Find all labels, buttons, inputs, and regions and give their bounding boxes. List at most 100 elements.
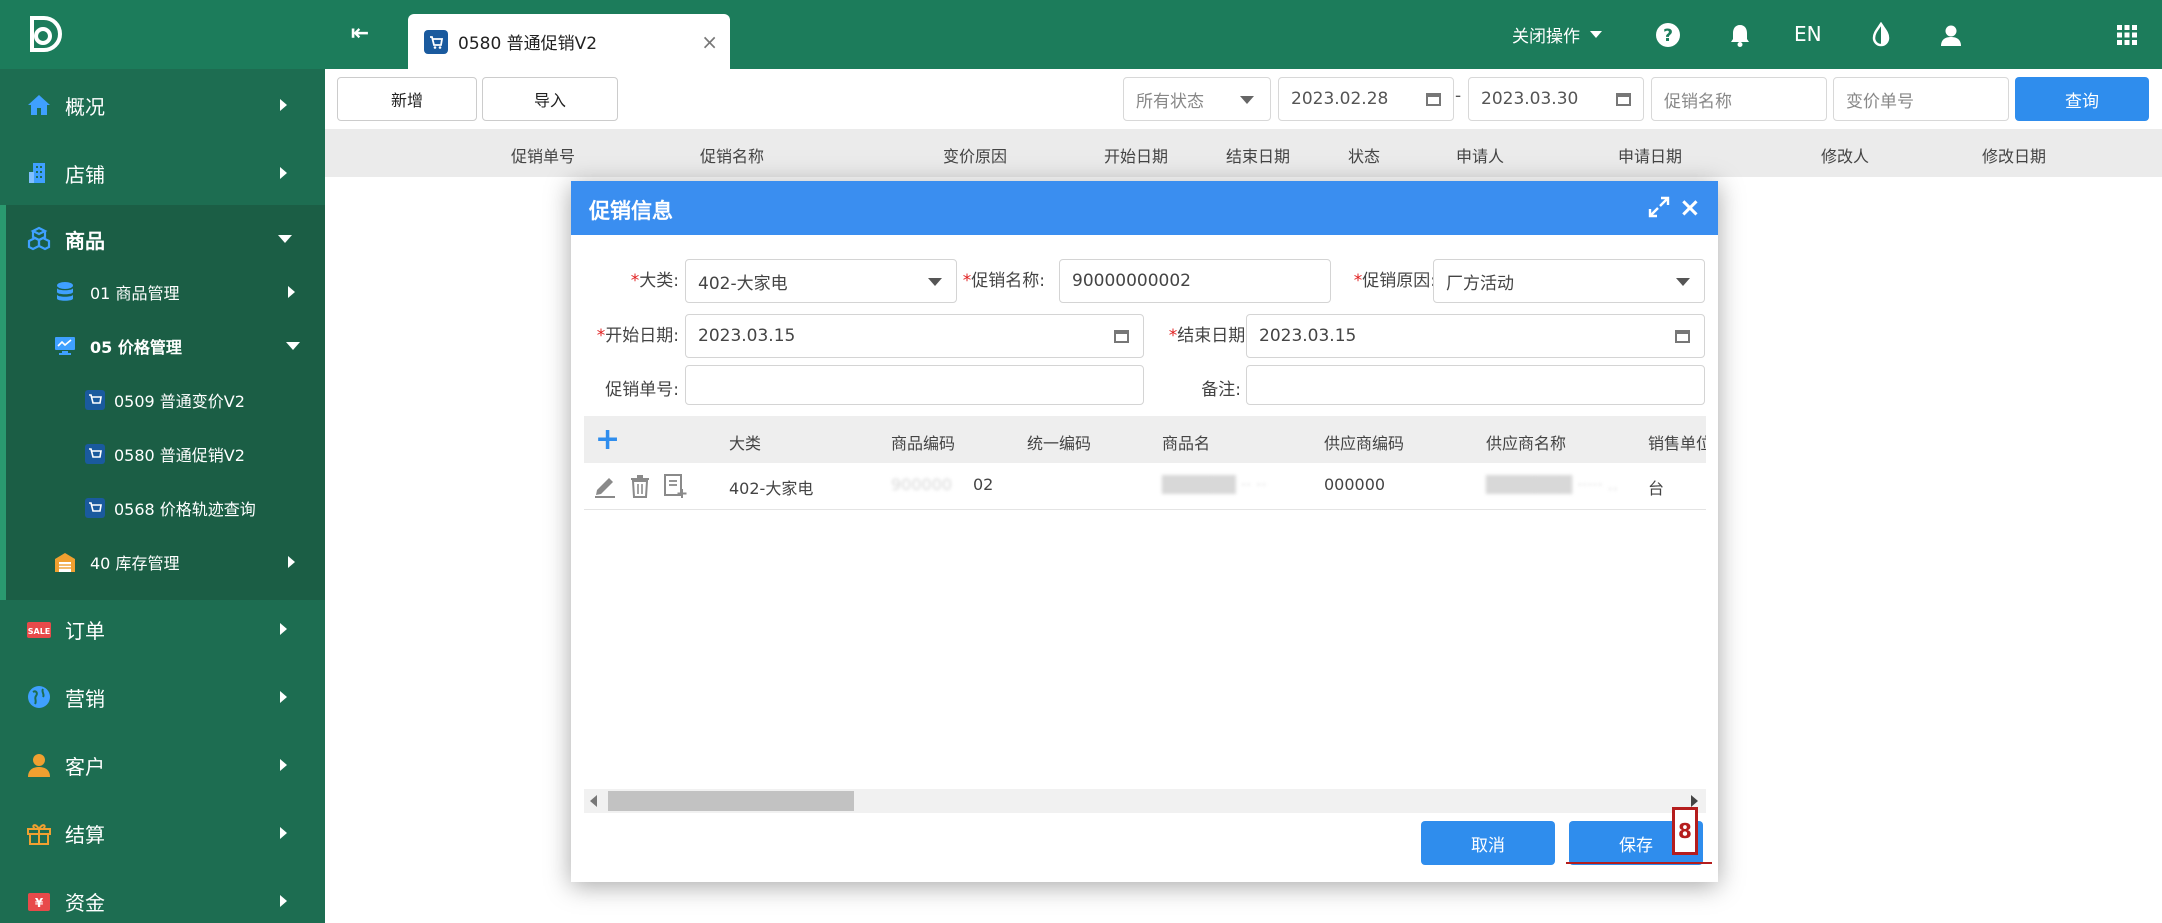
- globe-icon: [28, 686, 50, 708]
- close-icon[interactable]: ×: [1679, 193, 1701, 223]
- chevron-right-icon: [280, 895, 287, 907]
- chevron-down-icon: [1590, 31, 1602, 38]
- promo-name-search-input[interactable]: 促销名称: [1651, 77, 1827, 121]
- maximize-icon[interactable]: [1647, 195, 1671, 219]
- sidebar-item-settlement[interactable]: 结算: [0, 799, 325, 867]
- change-no-search-input[interactable]: 变价单号: [1833, 77, 2009, 121]
- start-date-label: *开始日期:: [596, 326, 679, 346]
- sidebar-item-overview[interactable]: 概况: [0, 71, 325, 139]
- horizontal-scrollbar[interactable]: [584, 789, 1706, 813]
- column-header[interactable]: 结束日期: [1226, 143, 1290, 167]
- sidebar-item-stores[interactable]: 店铺: [0, 139, 325, 207]
- import-button[interactable]: 导入: [482, 77, 618, 121]
- database-icon: [57, 282, 73, 301]
- column-header[interactable]: 修改人: [1821, 143, 1869, 167]
- delete-icon[interactable]: [627, 473, 653, 499]
- grid-column-header[interactable]: 销售单位: [1648, 430, 1706, 454]
- sidebar-item-orders[interactable]: SALE 订单: [0, 595, 325, 663]
- sidebar-item-goods-management[interactable]: 01 商品管理: [6, 265, 325, 319]
- start-date-value: 2023.03.15: [698, 326, 796, 346]
- column-header[interactable]: 状态: [1348, 143, 1380, 167]
- remark-label: 备注:: [1201, 380, 1241, 400]
- help-icon[interactable]: ?: [1655, 22, 1681, 48]
- chevron-down-icon: [1240, 96, 1254, 104]
- grid-column-header[interactable]: 供应商名称: [1486, 430, 1566, 454]
- promo-name-placeholder: 促销名称: [1664, 91, 1732, 112]
- chevron-right-icon: [288, 286, 295, 298]
- promo-reason-select[interactable]: 厂方活动: [1433, 259, 1705, 303]
- language-toggle[interactable]: EN: [1794, 22, 1822, 46]
- column-header[interactable]: 申请人: [1456, 143, 1504, 167]
- column-header[interactable]: 促销名称: [700, 143, 764, 167]
- items-grid-header: + 大类 商品编码 统一编码 商品名 供应商编码 供应商名称 销售单位: [584, 416, 1706, 463]
- detail-add-icon[interactable]: [662, 473, 688, 499]
- apps-grid-icon[interactable]: [2114, 22, 2140, 48]
- sidebar-item-label: 概况: [65, 94, 105, 119]
- change-no-placeholder: 变价单号: [1846, 91, 1914, 112]
- cancel-button[interactable]: 取消: [1421, 821, 1555, 865]
- sidebar-item-label: 订单: [65, 618, 105, 643]
- column-header[interactable]: 变价原因: [943, 143, 1007, 167]
- dialog-header: 促销信息 ×: [571, 181, 1718, 235]
- bell-icon[interactable]: [1727, 22, 1753, 48]
- category-select[interactable]: 402-大家电: [685, 259, 957, 303]
- promo-no-label: 促销单号:: [605, 380, 679, 400]
- scrollbar-thumb[interactable]: [608, 791, 854, 811]
- sidebar-item-label: 0580 普通促销V2: [114, 446, 245, 465]
- category-label: *大类:: [630, 271, 679, 291]
- sidebar-item-funds[interactable]: ¥ 资金: [0, 867, 325, 923]
- column-header[interactable]: 开始日期: [1104, 143, 1168, 167]
- grid-column-header[interactable]: 商品名: [1162, 430, 1210, 454]
- end-date-input[interactable]: 2023.03.15: [1246, 314, 1705, 358]
- promo-name-input[interactable]: 90000000002: [1059, 259, 1331, 303]
- sidebar-item-goods[interactable]: 商品: [0, 205, 325, 273]
- collapse-sidebar-button[interactable]: ⇤: [344, 18, 376, 50]
- date-to-input[interactable]: 2023.03.30: [1468, 77, 1644, 121]
- column-header[interactable]: 修改日期: [1982, 143, 2046, 167]
- sidebar-item-normal-promotion[interactable]: 0580 普通促销V2: [6, 427, 325, 481]
- promo-no-input[interactable]: [685, 365, 1144, 405]
- close-operations-menu[interactable]: 关闭操作: [1512, 0, 1602, 69]
- scroll-left-icon[interactable]: [590, 795, 597, 807]
- status-select[interactable]: 所有状态: [1123, 77, 1271, 121]
- cell-item-code-tail: 02: [973, 475, 994, 494]
- chevron-down-icon: [278, 235, 292, 243]
- sidebar-item-label: 结算: [65, 822, 105, 847]
- sale-tag-icon: SALE: [27, 622, 51, 638]
- svg-text:SALE: SALE: [28, 627, 51, 636]
- start-date-input[interactable]: 2023.03.15: [685, 314, 1144, 358]
- chevron-right-icon: [280, 167, 287, 179]
- scroll-right-icon[interactable]: [1691, 795, 1698, 807]
- calendar-icon: [1426, 93, 1441, 106]
- grid-column-header[interactable]: 统一编码: [1027, 430, 1091, 454]
- theme-icon[interactable]: [1868, 22, 1894, 48]
- tab-close-icon[interactable]: ×: [701, 30, 718, 54]
- grid-column-header[interactable]: 商品编码: [891, 430, 955, 454]
- sidebar-item-label: 05 价格管理: [90, 338, 182, 357]
- user-icon[interactable]: [1938, 22, 1964, 48]
- edit-icon[interactable]: [592, 473, 618, 499]
- promotion-info-dialog: 促销信息 × *大类: 402-大家电 *促销名称: 90000000002 *…: [571, 181, 1718, 882]
- sidebar-item-normal-price-change[interactable]: 0509 普通变价V2: [6, 373, 325, 427]
- remark-input[interactable]: [1246, 365, 1705, 405]
- status-select-value: 所有状态: [1136, 91, 1204, 112]
- column-header[interactable]: 促销单号: [511, 143, 575, 167]
- tab-promotion[interactable]: 0580 普通促销V2 ×: [408, 14, 730, 69]
- table-row[interactable]: 402-大家电 900000 02 ██████ ·· ·· 000000 ██…: [584, 463, 1706, 510]
- sidebar-item-price-trace[interactable]: 0568 价格轨迹查询: [6, 481, 325, 535]
- sidebar-item-customers[interactable]: 客户: [0, 731, 325, 799]
- query-button[interactable]: 查询: [2015, 77, 2149, 121]
- chevron-down-icon: [1676, 278, 1690, 286]
- column-header[interactable]: 申请日期: [1618, 143, 1682, 167]
- date-from-input[interactable]: 2023.02.28: [1278, 77, 1454, 121]
- sidebar-item-price-management[interactable]: 05 价格管理: [6, 319, 325, 373]
- sidebar-item-label: 40 库存管理: [90, 554, 180, 573]
- sidebar-item-label: 01 商品管理: [90, 284, 180, 303]
- sidebar-item-inventory-management[interactable]: 40 库存管理: [6, 535, 325, 589]
- add-row-icon[interactable]: +: [595, 422, 620, 457]
- sidebar-item-marketing[interactable]: 营销: [0, 663, 325, 731]
- grid-column-header[interactable]: 大类: [729, 430, 761, 454]
- grid-column-header[interactable]: 供应商编码: [1324, 430, 1404, 454]
- add-button[interactable]: 新增: [337, 77, 477, 121]
- close-operations-label: 关闭操作: [1512, 27, 1580, 47]
